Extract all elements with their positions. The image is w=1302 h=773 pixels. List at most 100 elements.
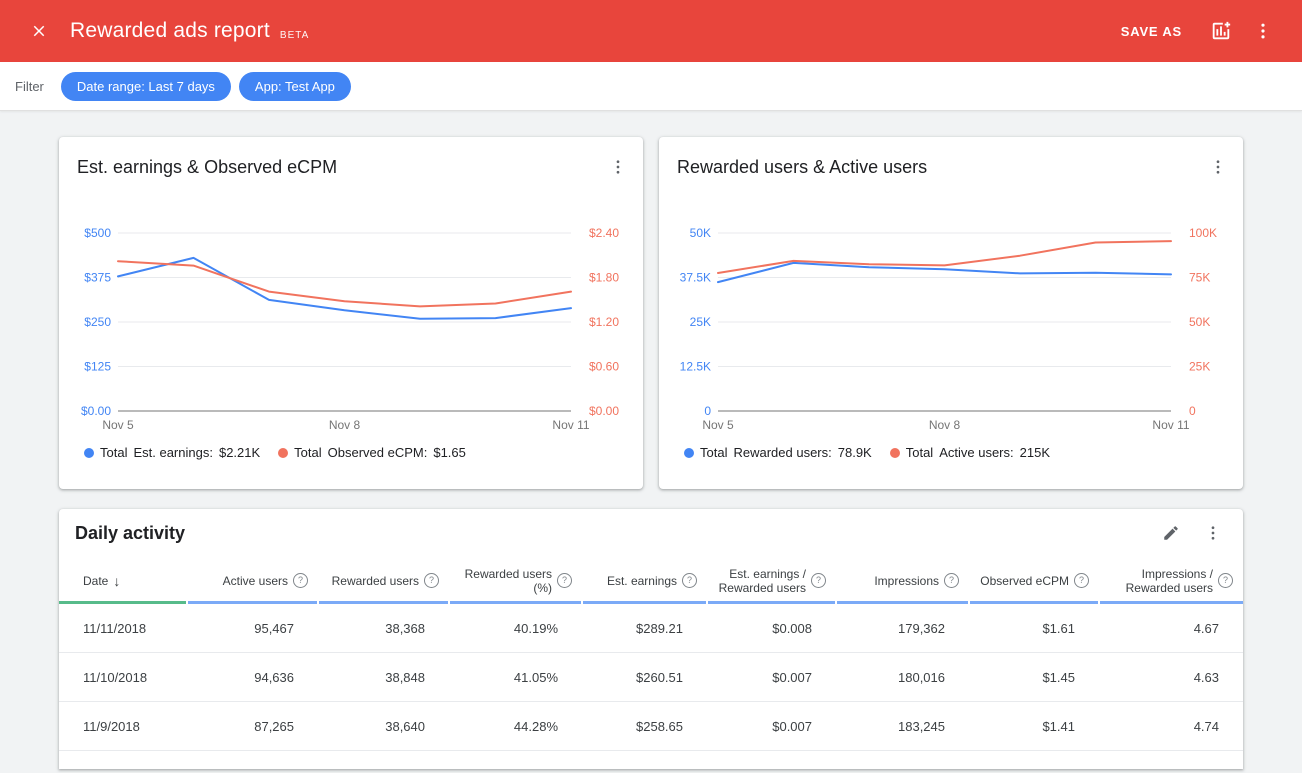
- column-header[interactable]: Observed eCPM?: [969, 557, 1099, 604]
- value-cell: 41.05%: [449, 653, 582, 702]
- rewarded-active-card: Rewarded users & Active users 50K100K37.…: [659, 137, 1243, 489]
- right-axis-tick: 0: [1189, 404, 1196, 418]
- card-header: Daily activity: [59, 509, 1243, 557]
- daily-activity-card: Daily activity Date↓Active users?Rewarde…: [59, 509, 1243, 769]
- legend-dot-icon: [278, 448, 288, 458]
- filter-chips: Date range: Last 7 days App: Test App: [61, 72, 351, 101]
- value-cell: 179,362: [836, 604, 969, 653]
- column-label: Rewarded users: [332, 574, 419, 588]
- help-icon[interactable]: ?: [293, 573, 308, 588]
- column-label: Observed eCPM: [980, 574, 1069, 588]
- legend-prefix: Total: [100, 445, 127, 460]
- column-header[interactable]: Date ↓: [59, 557, 187, 604]
- left-axis-tick: $500: [84, 226, 111, 240]
- charts-row: Est. earnings & Observed eCPM $500 $2.40 $…: [59, 137, 1243, 489]
- left-axis-tick: $250: [84, 315, 111, 329]
- value-cell: $0.008: [707, 604, 836, 653]
- value-cell: 87,265: [187, 702, 318, 751]
- column-header[interactable]: Active users?: [187, 557, 318, 604]
- legend-dot-icon: [890, 448, 900, 458]
- legend-prefix: Total: [700, 445, 727, 460]
- left-axis-tick: 50K: [690, 226, 711, 240]
- value-cell: $260.51: [582, 653, 707, 702]
- card-header: Est. earnings & Observed eCPM: [59, 137, 643, 197]
- help-icon[interactable]: ?: [424, 573, 439, 588]
- overflow-menu-icon[interactable]: [1250, 18, 1276, 44]
- help-icon[interactable]: ?: [682, 573, 697, 588]
- legend-value: $2.21K: [219, 445, 260, 460]
- card-menu-icon[interactable]: [1205, 154, 1231, 180]
- legend-label: Rewarded users:: [733, 445, 831, 460]
- value-cell: $258.65: [582, 702, 707, 751]
- chart-legend: TotalEst. earnings:$2.21KTotalObserved e…: [59, 445, 643, 460]
- legend-prefix: Total: [294, 445, 321, 460]
- legend-item[interactable]: TotalActive users:215K: [890, 445, 1050, 460]
- page-title: Rewarded ads report: [70, 19, 270, 43]
- help-icon[interactable]: ?: [1218, 573, 1233, 588]
- left-axis-tick: 37.5K: [680, 271, 711, 285]
- series-line-right: [718, 241, 1171, 273]
- value-cell: $1.41: [969, 702, 1099, 751]
- daily-activity-table: Date↓Active users?Rewarded users?Rewarde…: [59, 557, 1243, 769]
- card-menu-icon[interactable]: [1200, 520, 1226, 546]
- right-axis-tick: 50K: [1189, 315, 1210, 329]
- value-cell: 38,640: [318, 702, 449, 751]
- close-icon[interactable]: [26, 18, 52, 44]
- table-header-row: Date↓Active users?Rewarded users?Rewarde…: [59, 557, 1243, 604]
- table-row: 11/10/201894,63638,84841.05%$260.51$0.00…: [59, 653, 1243, 702]
- x-axis-tick: Nov 5: [702, 418, 734, 432]
- value-cell: 38,368: [318, 604, 449, 653]
- value-cell: 183,245: [836, 702, 969, 751]
- edit-pencil-icon[interactable]: [1158, 520, 1184, 546]
- table-row: 11/9/201887,26538,64044.28%$258.65$0.007…: [59, 702, 1243, 751]
- column-header[interactable]: Impressions?: [836, 557, 969, 604]
- add-chart-icon[interactable]: [1208, 18, 1234, 44]
- column-header[interactable]: Rewarded users?: [318, 557, 449, 604]
- column-header[interactable]: Impressions / Rewarded users?: [1099, 557, 1243, 604]
- help-icon[interactable]: ?: [1074, 573, 1089, 588]
- save-as-button[interactable]: SAVE AS: [1121, 24, 1182, 39]
- sort-descending-icon[interactable]: ↓: [113, 574, 120, 588]
- earnings-ecpm-card: Est. earnings & Observed eCPM $500 $2.40 $…: [59, 137, 643, 489]
- legend-item[interactable]: TotalRewarded users:78.9K: [684, 445, 872, 460]
- column-header[interactable]: Est. earnings?: [582, 557, 707, 604]
- legend-label: Observed eCPM:: [328, 445, 428, 460]
- right-axis-tick: 75K: [1189, 271, 1210, 285]
- card-header: Rewarded users & Active users: [659, 137, 1243, 197]
- chart-canvas: $500$2.40$375$1.80$250$1.20$125$0.60$0.0…: [59, 197, 643, 441]
- legend-prefix: Total: [906, 445, 933, 460]
- card-menu-icon[interactable]: [605, 154, 631, 180]
- help-icon[interactable]: ?: [811, 573, 826, 588]
- value-cell: 94,636: [187, 653, 318, 702]
- help-icon[interactable]: ?: [944, 573, 959, 588]
- x-axis-tick: Nov 11: [1152, 418, 1189, 432]
- date-cell: 11/11/2018: [59, 604, 187, 653]
- beta-badge: BETA: [280, 30, 309, 41]
- filter-chip[interactable]: Date range: Last 7 days: [61, 72, 231, 101]
- right-axis-tick: $1.20: [589, 315, 619, 329]
- column-label: Active users: [223, 574, 288, 588]
- x-axis-tick: Nov 8: [929, 418, 961, 432]
- column-header[interactable]: Est. earnings / Rewarded users?: [707, 557, 836, 604]
- chart-canvas: 50K100K37.5K75K25K50K12.5K25K00Nov 5Nov …: [659, 197, 1243, 441]
- help-icon[interactable]: ?: [557, 573, 572, 588]
- legend-dot-icon: [684, 448, 694, 458]
- left-axis-tick: 25K: [690, 315, 711, 329]
- column-label: Date: [83, 574, 108, 588]
- right-axis-tick: $2.40: [589, 226, 619, 240]
- column-header[interactable]: Rewarded users (%)?: [449, 557, 582, 604]
- value-cell: $1.61: [969, 604, 1099, 653]
- x-axis-tick: Nov 11: [552, 418, 589, 432]
- left-axis-tick: 12.5K: [680, 360, 711, 374]
- legend-item[interactable]: TotalObserved eCPM:$1.65: [278, 445, 466, 460]
- filter-chip[interactable]: App: Test App: [239, 72, 351, 101]
- value-cell: $0.007: [707, 702, 836, 751]
- daily-activity-title: Daily activity: [75, 523, 1142, 544]
- value-cell: [59, 751, 1243, 770]
- legend-item[interactable]: TotalEst. earnings:$2.21K: [84, 445, 260, 460]
- right-axis-tick: $1.80: [589, 271, 619, 285]
- column-label: Impressions: [874, 574, 939, 588]
- rewarded-active-chart: 50K100K37.5K75K25K50K12.5K25K00Nov 5Nov …: [659, 197, 1243, 441]
- earnings-ecpm-chart: $500$2.40$375$1.80$250$1.20$125$0.60$0.0…: [59, 197, 643, 441]
- value-cell: $0.007: [707, 653, 836, 702]
